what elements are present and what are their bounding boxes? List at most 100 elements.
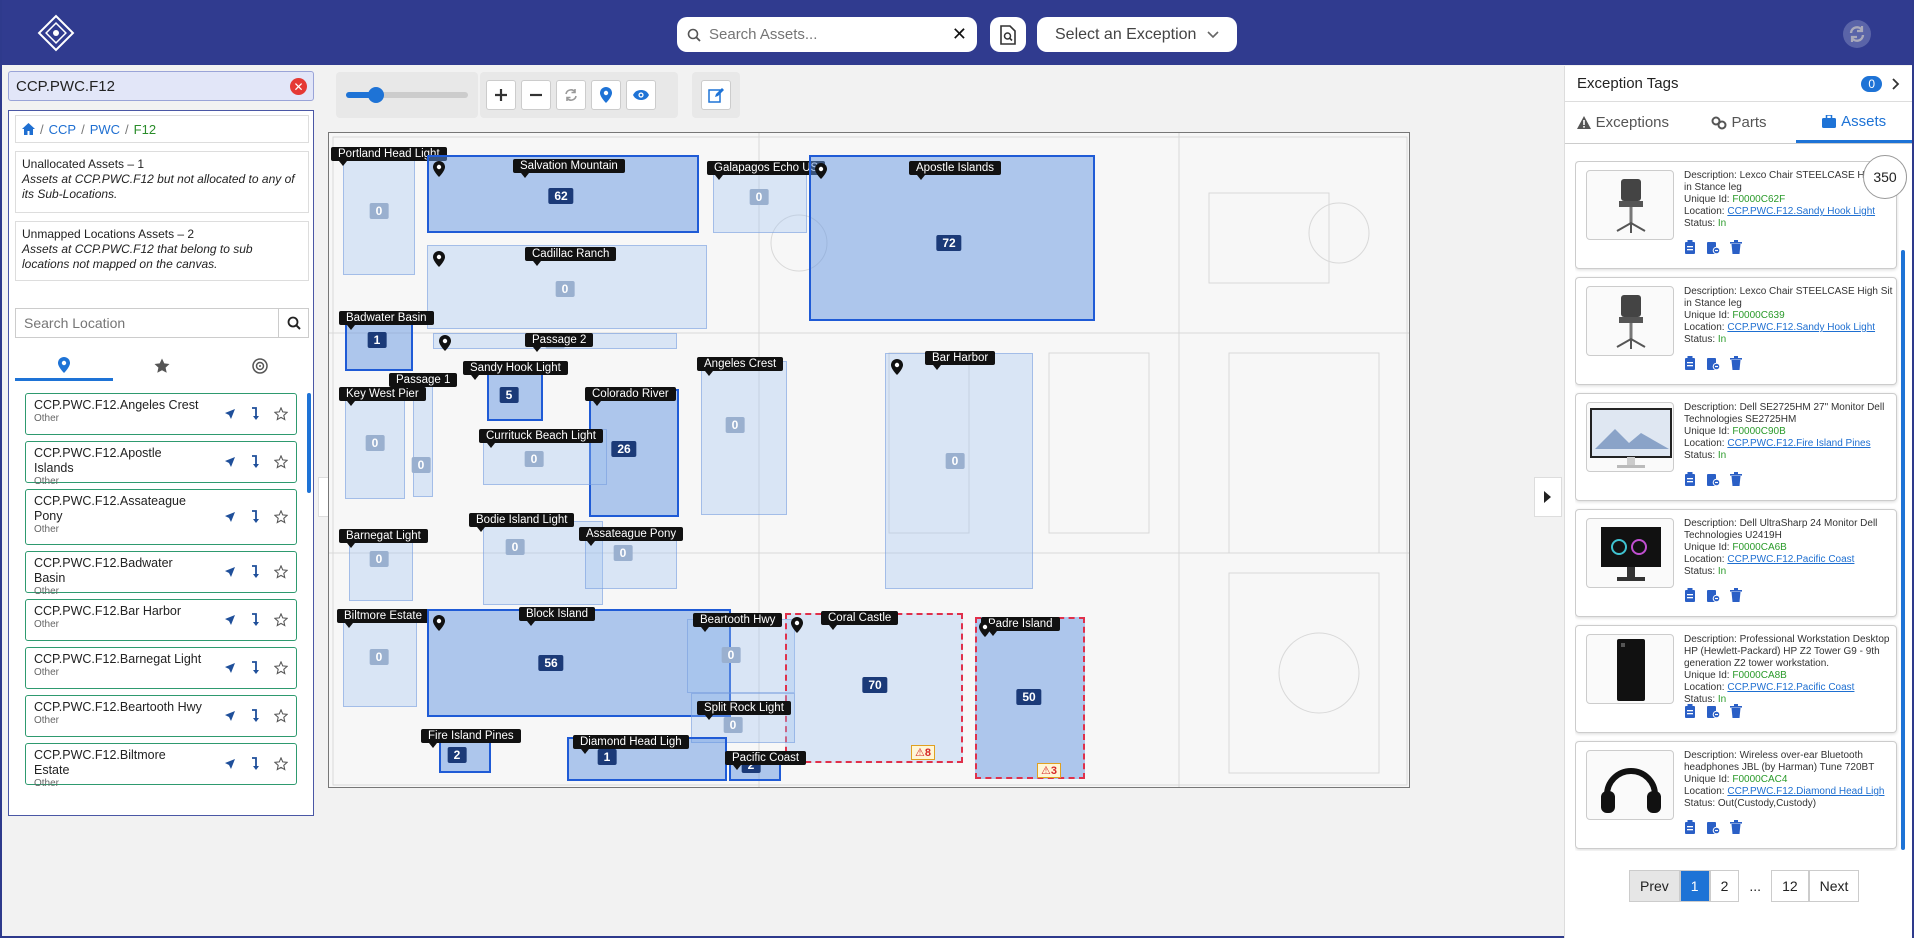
tab-favorites[interactable]: [113, 351, 211, 381]
next-page-button[interactable]: Next: [1808, 870, 1860, 902]
floor-plan-map[interactable]: 0 Portland Head Light 62 Salvation Mountain…: [328, 132, 1410, 788]
clipboard-icon[interactable]: [1684, 588, 1696, 602]
map-room[interactable]: [585, 533, 677, 589]
room-asset-count[interactable]: 0: [555, 281, 575, 297]
asset-search-box[interactable]: ✕: [677, 17, 977, 52]
navigate-arrow-icon[interactable]: [224, 456, 236, 468]
star-icon[interactable]: [274, 510, 288, 524]
diamond-logo-icon[interactable]: [36, 13, 76, 53]
clear-location-icon[interactable]: ✕: [290, 78, 307, 95]
map-pin-icon[interactable]: [979, 621, 991, 637]
room-label[interactable]: Assateague Pony: [579, 527, 684, 546]
move-down-icon[interactable]: [250, 407, 260, 421]
room-asset-count[interactable]: 0: [369, 551, 389, 567]
transfer-icon[interactable]: [1706, 240, 1720, 254]
navigate-arrow-icon[interactable]: [224, 662, 236, 674]
room-label[interactable]: Pacific Coast: [725, 751, 807, 770]
clear-search-icon[interactable]: ✕: [952, 24, 967, 45]
asset-thumbnail[interactable]: [1586, 286, 1674, 356]
room-label[interactable]: Angeles Crest: [697, 357, 784, 376]
map-room[interactable]: [427, 609, 731, 717]
unmapped-assets-box[interactable]: Unmapped Locations Assets – 2 Assets at …: [15, 221, 309, 281]
map-pin-icon[interactable]: [433, 251, 445, 267]
asset-location-link[interactable]: CCP.PWC.F12.Diamond Head Ligh: [1727, 786, 1884, 797]
move-down-icon[interactable]: [250, 613, 260, 627]
clipboard-icon[interactable]: [1684, 240, 1696, 254]
tab-locations[interactable]: [15, 351, 113, 381]
room-label[interactable]: Beartooth Hwy: [693, 613, 783, 632]
room-asset-count[interactable]: 2: [447, 747, 467, 763]
home-icon[interactable]: [22, 123, 35, 135]
star-icon[interactable]: [274, 407, 288, 421]
room-label[interactable]: Bodie Island Light: [469, 513, 575, 532]
room-asset-count[interactable]: 1: [367, 332, 387, 348]
move-down-icon[interactable]: [250, 661, 260, 675]
asset-thumbnail[interactable]: [1586, 750, 1674, 820]
star-icon[interactable]: [274, 613, 288, 627]
zoom-slider[interactable]: [346, 87, 468, 103]
move-down-icon[interactable]: [250, 757, 260, 771]
room-label[interactable]: Split Rock Light: [697, 701, 791, 720]
room-asset-count[interactable]: 0: [411, 457, 431, 473]
exception-warning-badge[interactable]: ⚠3: [1037, 763, 1061, 778]
room-label[interactable]: Sandy Hook Light: [463, 361, 568, 380]
map-pin-icon[interactable]: [891, 359, 903, 375]
locate-button[interactable]: [591, 80, 621, 110]
room-asset-count[interactable]: 0: [945, 453, 965, 469]
current-location-field[interactable]: CCP.PWC.F12 ✕: [8, 71, 314, 101]
asset-card[interactable]: Description: Lexco Chair STEELCASE High …: [1575, 277, 1897, 385]
exception-warning-badge[interactable]: ⚠8: [911, 745, 935, 760]
room-asset-count[interactable]: 0: [365, 435, 385, 451]
page-2-button[interactable]: 2: [1709, 870, 1740, 902]
trash-icon[interactable]: [1730, 588, 1742, 602]
location-list-item[interactable]: CCP.PWC.F12.Biltmore Estate Other: [25, 743, 297, 789]
room-label[interactable]: Cadillac Ranch: [525, 247, 617, 266]
room-asset-count[interactable]: 0: [749, 189, 769, 205]
map-pin-icon[interactable]: [433, 615, 445, 631]
map-pin-icon[interactable]: [433, 161, 445, 177]
room-label[interactable]: Salvation Mountain: [513, 159, 625, 178]
asset-card[interactable]: Description: Dell UltraSharp 24 Monitor …: [1575, 509, 1897, 617]
room-label[interactable]: Badwater Basin: [339, 311, 434, 330]
star-icon[interactable]: [274, 709, 288, 723]
room-asset-count[interactable]: 0: [723, 717, 743, 733]
move-down-icon[interactable]: [250, 455, 260, 469]
room-asset-count[interactable]: 5: [499, 387, 519, 403]
asset-thumbnail[interactable]: [1586, 402, 1674, 472]
tab-assets[interactable]: Assets: [1796, 102, 1913, 143]
trash-icon[interactable]: [1730, 704, 1742, 718]
zoom-slider-knob[interactable]: [368, 87, 384, 103]
map-room[interactable]: [701, 361, 787, 515]
star-icon[interactable]: [274, 661, 288, 675]
room-label[interactable]: Passage 2: [525, 333, 594, 352]
navigate-arrow-icon[interactable]: [224, 408, 236, 420]
trash-icon[interactable]: [1730, 240, 1742, 254]
breadcrumb-pwc[interactable]: PWC: [90, 122, 120, 137]
unallocated-assets-box[interactable]: Unallocated Assets – 1 Assets at CCP.PWC…: [15, 151, 309, 213]
asset-thumbnail[interactable]: [1586, 170, 1674, 240]
room-asset-count[interactable]: 70: [862, 677, 888, 693]
room-label[interactable]: Key West Pier: [339, 387, 426, 406]
room-label[interactable]: Barnegat Light: [339, 529, 428, 548]
location-list-item[interactable]: CCP.PWC.F12.Badwater Basin Other: [25, 551, 297, 597]
location-list-item[interactable]: CCP.PWC.F12.Assateague Pony Other: [25, 489, 297, 545]
move-down-icon[interactable]: [250, 565, 260, 579]
asset-location-link[interactable]: CCP.PWC.F12.Pacific Coast: [1727, 554, 1854, 565]
trash-icon[interactable]: [1730, 472, 1742, 486]
asset-thumbnail[interactable]: [1586, 634, 1674, 704]
navigate-arrow-icon[interactable]: [224, 758, 236, 770]
reset-view-button[interactable]: [556, 80, 586, 110]
room-asset-count[interactable]: 62: [548, 188, 574, 204]
asset-list-scrollbar[interactable]: [1901, 250, 1905, 850]
room-label[interactable]: Diamond Head Ligh: [573, 735, 689, 754]
room-asset-count[interactable]: 0: [369, 649, 389, 665]
room-asset-count[interactable]: 26: [611, 441, 637, 457]
room-asset-count[interactable]: 50: [1016, 689, 1042, 705]
navigate-arrow-icon[interactable]: [224, 566, 236, 578]
star-icon[interactable]: [274, 757, 288, 771]
map-pin-icon[interactable]: [439, 335, 451, 351]
star-icon[interactable]: [274, 565, 288, 579]
asset-search-input[interactable]: [709, 26, 952, 43]
location-list-item[interactable]: CCP.PWC.F12.Bar Harbor Other: [25, 599, 297, 641]
page-1-button[interactable]: 1: [1679, 870, 1710, 902]
